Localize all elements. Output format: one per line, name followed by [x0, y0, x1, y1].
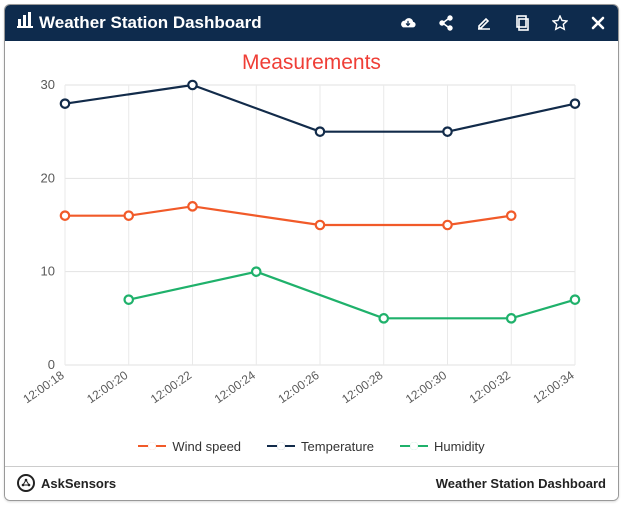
brand-icon [17, 474, 35, 492]
footer-right-text: Weather Station Dashboard [436, 476, 606, 491]
svg-text:12:00:20: 12:00:20 [84, 368, 131, 406]
svg-text:20: 20 [41, 170, 55, 185]
legend-label: Wind speed [172, 439, 241, 454]
svg-text:12:00:34: 12:00:34 [530, 368, 577, 406]
legend-marker [138, 440, 166, 452]
legend-item[interactable]: Temperature [267, 439, 374, 454]
chart-title: Measurements [5, 51, 618, 75]
svg-text:0: 0 [48, 357, 55, 372]
svg-text:12:00:24: 12:00:24 [212, 368, 259, 406]
legend-label: Temperature [301, 439, 374, 454]
svg-text:12:00:22: 12:00:22 [148, 368, 195, 406]
panel-footer: AskSensors Weather Station Dashboard [5, 466, 618, 500]
svg-text:12:00:28: 12:00:28 [339, 368, 386, 406]
edit-icon[interactable] [476, 15, 492, 31]
panel-header: Weather Station Dashboard [5, 5, 618, 41]
svg-text:10: 10 [41, 264, 55, 279]
cloud-download-icon[interactable] [400, 15, 416, 31]
close-icon[interactable] [590, 15, 606, 31]
legend-label: Humidity [434, 439, 485, 454]
copy-icon[interactable] [514, 15, 530, 31]
legend-item[interactable]: Humidity [400, 439, 485, 454]
line-chart: 0 10 20 30 12:00:18 12:00:20 12:00:22 12:00:24 1… [5, 75, 605, 435]
svg-text:12:00:30: 12:00:30 [403, 368, 450, 406]
share-icon[interactable] [438, 15, 454, 31]
svg-text:12:00:32: 12:00:32 [467, 368, 514, 406]
svg-text:30: 30 [41, 77, 55, 92]
legend-item[interactable]: Wind speed [138, 439, 241, 454]
header-actions [400, 15, 606, 31]
brand-text: AskSensors [41, 476, 116, 491]
legend-marker [400, 440, 428, 452]
page-title: Weather Station Dashboard [17, 12, 392, 33]
brand: AskSensors [17, 474, 436, 492]
chart-legend: Wind speed Temperature Humidity [5, 435, 618, 466]
legend-marker [267, 440, 295, 452]
chart-area: Measurements 0 10 20 30 12:00:18 12:00:20 12:0… [5, 41, 618, 466]
dashboard-panel: Weather Station Dashboard Measuremen [4, 4, 619, 501]
page-title-text: Weather Station Dashboard [39, 13, 262, 33]
svg-text:12:00:26: 12:00:26 [275, 368, 322, 406]
bar-chart-icon [17, 12, 33, 33]
star-icon[interactable] [552, 15, 568, 31]
svg-text:12:00:18: 12:00:18 [20, 368, 67, 406]
